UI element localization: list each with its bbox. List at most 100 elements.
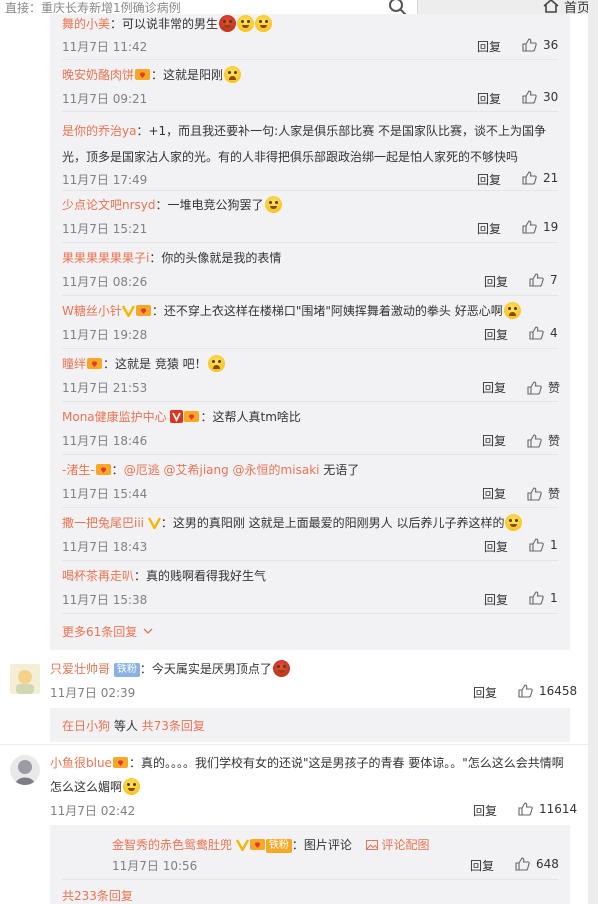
like-button[interactable]: 4: [529, 326, 558, 340]
reply-time: 11月7日 18:43: [62, 540, 148, 554]
like-button[interactable]: 11614: [518, 802, 577, 816]
reply-username[interactable]: 撒一把兔尾巴iii: [62, 516, 144, 530]
emoji-icon: [237, 15, 255, 32]
reply-username[interactable]: Mona健康监护中心: [62, 410, 167, 424]
like-button[interactable]: 36: [522, 38, 558, 52]
more-replies-link[interactable]: 共233条回复: [62, 887, 133, 904]
emoji-icon: [264, 196, 282, 213]
comment-time: 11月7日 02:42: [50, 804, 136, 818]
like-count: 1: [550, 538, 558, 552]
like-button[interactable]: 21: [522, 171, 558, 185]
reply-username[interactable]: 金智秀的赤色鸳鸯肚兜: [112, 838, 232, 852]
reply-username[interactable]: 舞的小美: [62, 17, 110, 31]
like-button[interactable]: 赞: [527, 485, 560, 502]
image-comment-link[interactable]: 评论配图: [365, 838, 430, 852]
like-button[interactable]: 7: [529, 273, 558, 287]
emoji-icon: [272, 660, 290, 677]
comment-username[interactable]: 小鱼很blue: [50, 756, 112, 770]
fan-badge: 铁粉: [265, 839, 292, 853]
mention-links[interactable]: @厄逃 @艾希jiang @永恒的misaki: [124, 463, 320, 477]
search-input[interactable]: 直接：重庆长寿新增1例确诊病例: [5, 1, 375, 15]
reply-button[interactable]: 回复: [477, 220, 501, 237]
emoji-icon: [224, 66, 242, 83]
like-button[interactable]: 赞: [527, 432, 560, 449]
reply-text: ：图片评论: [291, 838, 352, 852]
reply-button[interactable]: 回复: [482, 485, 506, 502]
thumbs-up-icon: [527, 380, 542, 395]
reply-username[interactable]: 果果果果果果子i: [62, 251, 149, 265]
scrollbar[interactable]: [588, 0, 598, 904]
comment-time: 11月7日 02:39: [50, 686, 136, 700]
like-count: 赞: [548, 487, 561, 501]
reply-list: 舞的小美：可以说非常的男生 11月7日 11:42 回复 36 晚安奶酪肉饼 ：这…: [50, 14, 570, 650]
reply-button[interactable]: 回复: [484, 538, 508, 555]
fan-badge-icon: [184, 411, 200, 422]
reply-username[interactable]: 少点论文吧nrsyd: [62, 198, 156, 212]
reply-list: 金智秀的赤色鸳鸯肚兜 铁粉 ：图片评论 评论配图 11月7日 10:56 回复 6…: [50, 825, 570, 904]
reply-button[interactable]: 回复: [484, 326, 508, 343]
reply-time: 11月7日 21:53: [62, 381, 148, 395]
like-count: 19: [543, 220, 559, 234]
thumbs-up-icon: [529, 538, 544, 552]
like-button[interactable]: 648: [515, 857, 559, 871]
reply-username[interactable]: W糖丝小针: [62, 304, 122, 318]
thumbs-up-icon: [522, 38, 537, 52]
thumbs-up-icon: [529, 591, 544, 605]
thumbs-up-icon: [529, 326, 544, 340]
like-button[interactable]: 赞: [527, 379, 560, 396]
like-button[interactable]: 19: [522, 220, 558, 234]
divider: [62, 111, 558, 112]
like-count: 7: [550, 273, 558, 287]
reply-button[interactable]: 回复: [473, 802, 497, 819]
reply-button[interactable]: 回复: [477, 90, 501, 107]
reply-button[interactable]: 回复: [484, 591, 508, 608]
thumbs-up-icon: [515, 857, 530, 871]
reply-time: 11月7日 18:46: [62, 434, 148, 448]
emoji-icon: [503, 302, 521, 319]
reply-button[interactable]: 回复: [477, 38, 501, 55]
thumbs-up-icon: [518, 802, 533, 816]
like-button[interactable]: 1: [529, 538, 558, 552]
home-icon: [543, 0, 559, 13]
like-button[interactable]: 16458: [518, 684, 577, 698]
reply-text: ：这男的真阳刚 这就是上面最爱的阳刚男人 以后养儿子养这样的: [160, 516, 505, 530]
summary-username[interactable]: 在日小狗: [62, 719, 110, 733]
verified-v-icon: [170, 410, 184, 423]
reply-text: ：真的贱啊看得我好生气: [134, 569, 267, 583]
avatar[interactable]: [10, 664, 40, 694]
more-replies-label: 共233条回复: [62, 889, 133, 903]
thumbs-up-icon: [522, 171, 537, 185]
reply-button[interactable]: 回复: [484, 273, 508, 290]
reply-time: 11月7日 17:49: [62, 173, 148, 187]
reply-text: ：一堆电竞公狗罢了: [155, 198, 264, 212]
thumbs-up-icon: [518, 684, 533, 698]
like-count: 30: [543, 90, 559, 104]
fan-badge-icon: [87, 358, 103, 369]
reply-username[interactable]: 晚安奶酪肉饼: [62, 68, 134, 82]
reply-username[interactable]: 喝杯茶再走叭: [62, 569, 134, 583]
like-button[interactable]: 1: [529, 591, 558, 605]
thumbs-up-icon: [529, 273, 544, 287]
reply-button[interactable]: 回复: [470, 857, 494, 874]
divider: [62, 59, 558, 60]
reply-username[interactable]: 瞳绊: [62, 357, 86, 371]
avatar[interactable]: [10, 755, 40, 785]
divider: [62, 295, 558, 296]
more-replies-link[interactable]: 更多61条回复: [62, 623, 153, 640]
summary-count[interactable]: 共73条回复: [142, 719, 205, 733]
home-link[interactable]: 首页: [542, 0, 590, 16]
reply-summary[interactable]: 在日小狗 等人 共73条回复: [50, 708, 570, 742]
reply-button[interactable]: 回复: [473, 684, 497, 701]
like-count: 11614: [539, 802, 578, 816]
like-count: 648: [536, 857, 559, 871]
like-button[interactable]: 30: [522, 90, 558, 104]
reply-button[interactable]: 回复: [477, 171, 501, 188]
reply-username[interactable]: 是你的乔治ya: [62, 124, 136, 138]
verified-v-icon: [121, 305, 135, 317]
divider: [62, 613, 558, 614]
reply-username[interactable]: -渚生-: [62, 463, 95, 477]
comment-username[interactable]: 只爱壮帅哥: [50, 662, 110, 676]
reply-button[interactable]: 回复: [482, 379, 506, 396]
reply-text: ：还不穿上衣这样在楼梯口"围堵"阿姨挥舞着激动的拳头 好恶心啊: [151, 304, 503, 318]
reply-button[interactable]: 回复: [482, 432, 506, 449]
